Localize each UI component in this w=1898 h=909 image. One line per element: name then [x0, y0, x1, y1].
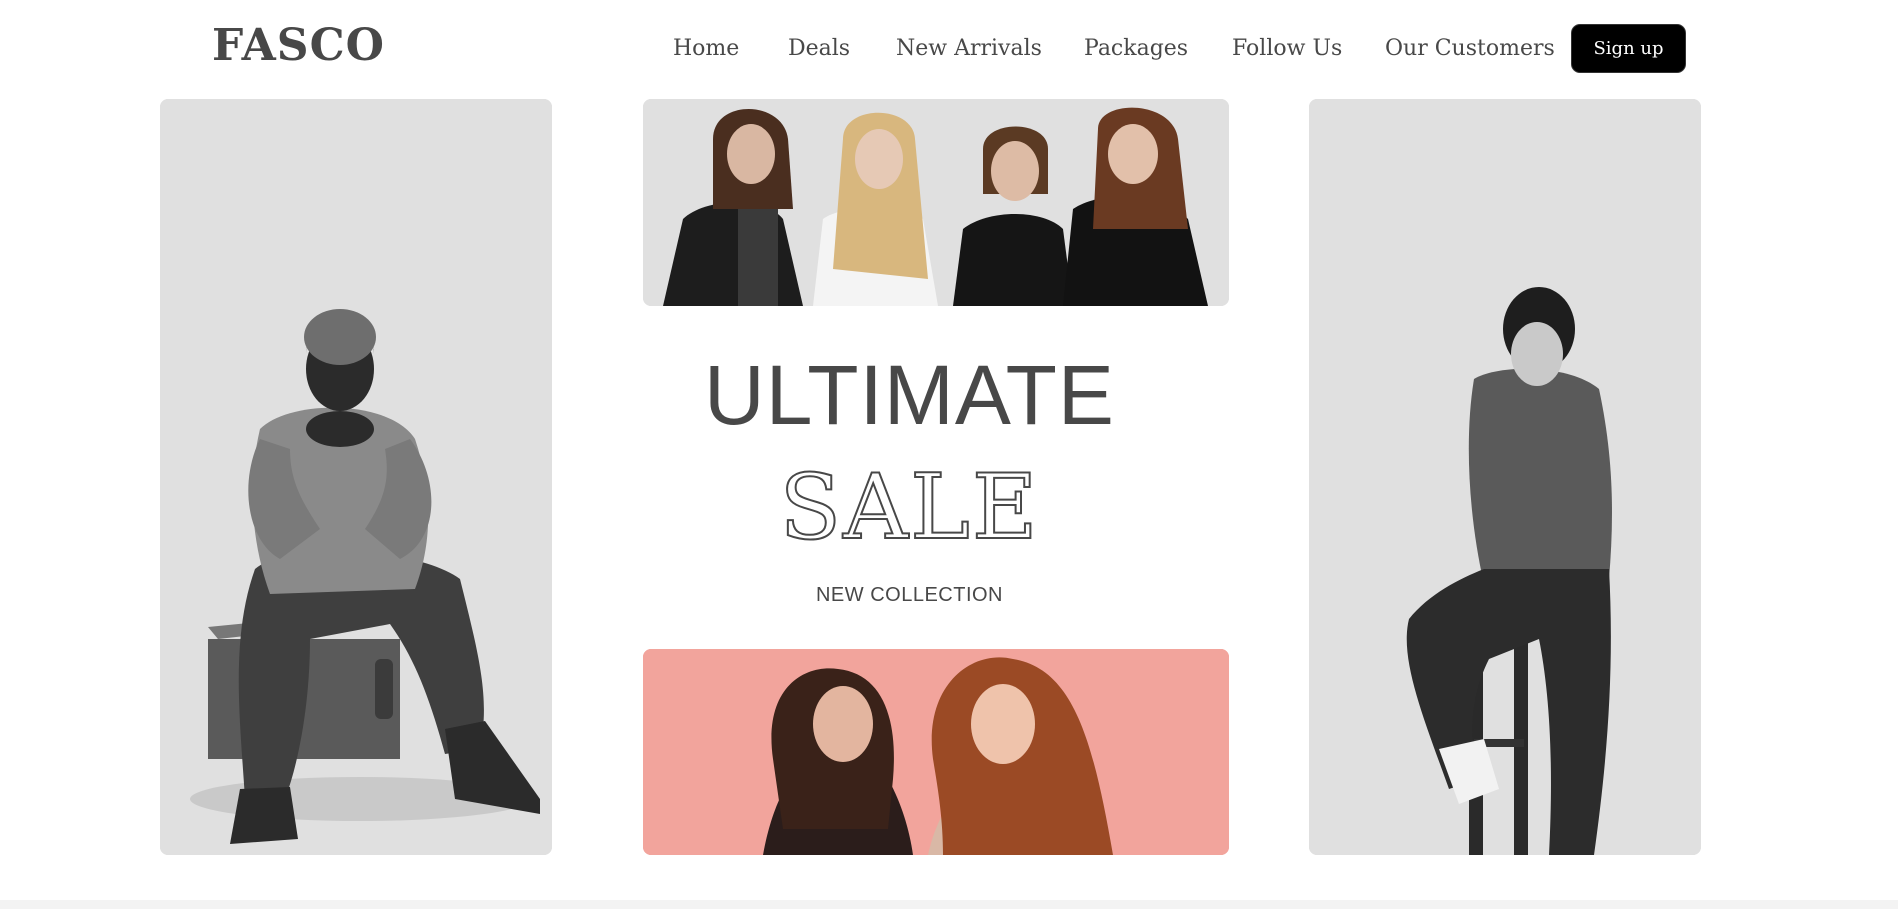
footer-strip [0, 900, 1898, 909]
two-women-laughing-photo [643, 649, 1229, 855]
man-on-stool-photo [1309, 99, 1701, 855]
nav-link-packages[interactable]: Packages [1084, 36, 1188, 61]
nav-link-deals[interactable]: Deals [788, 36, 850, 61]
nav-link-follow-us[interactable]: Follow Us [1232, 36, 1342, 61]
headline-ultimate: ULTIMATE [704, 348, 1115, 442]
hero-image-left [160, 99, 552, 855]
nav-link-new-arrivals[interactable]: New Arrivals [896, 36, 1042, 61]
subheadline: NEW COLLECTION [815, 584, 1004, 606]
headline-sale: SALE [778, 455, 1040, 560]
man-sitting-photo [160, 99, 552, 855]
hero-image-right [1309, 99, 1701, 855]
hero-image-bottom [643, 649, 1229, 855]
nav-link-our-customers[interactable]: Our Customers [1385, 36, 1555, 61]
signup-button[interactable]: Sign up [1571, 24, 1686, 73]
nav-link-home[interactable]: Home [673, 36, 739, 61]
hero-image-top [643, 99, 1229, 306]
four-women-photo [643, 99, 1229, 306]
